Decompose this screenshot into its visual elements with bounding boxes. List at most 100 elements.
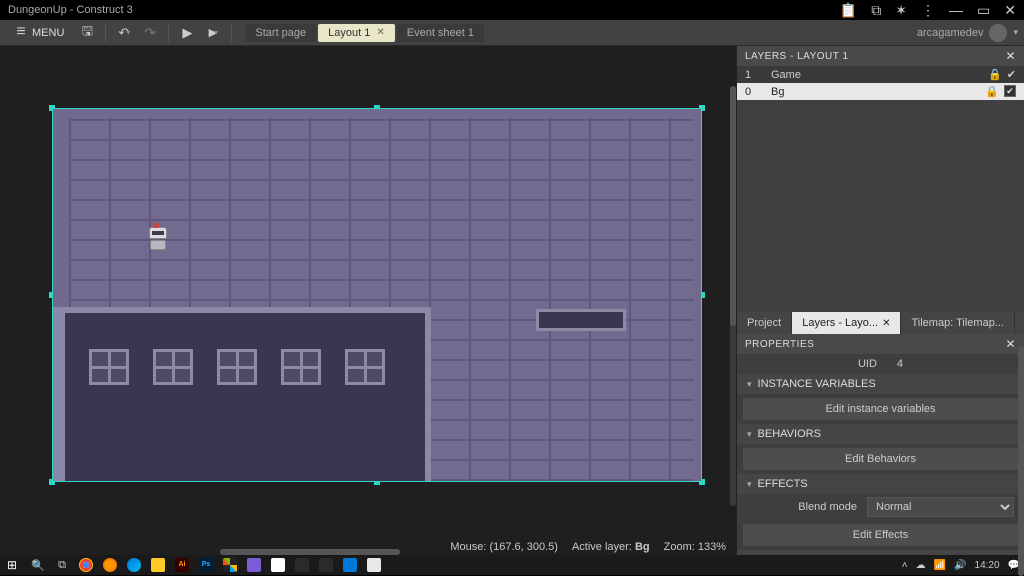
pit-tile <box>536 309 626 331</box>
taskbar-app[interactable] <box>100 557 120 573</box>
chevron-down-icon: ▾ <box>1013 27 1018 38</box>
window-titlebar: DungeonUp - Construct 3 📋 ⧉ ✶ ⋮ — ▭ ✕ <box>0 0 1024 20</box>
side-panel: LAYERS - LAYOUT 1 ✕ 1 Game 🔒✔ 0 Bg 🔒✔ Pr… <box>736 46 1024 555</box>
active-layer-value: Bg <box>635 541 650 553</box>
tab-layers[interactable]: Layers - Layo...✕ <box>792 312 901 334</box>
layer-row-bg[interactable]: 0 Bg 🔒✔ <box>737 83 1024 100</box>
taskbar-app[interactable] <box>76 557 96 573</box>
layer-row-game[interactable]: 1 Game 🔒✔ <box>737 66 1024 83</box>
panel-close-icon[interactable]: ✕ <box>1005 337 1016 351</box>
layers-body <box>737 100 1024 312</box>
avatar <box>989 24 1007 42</box>
layout-editor[interactable]: Mouse: (167.6, 300.5) Active layer: Bg Z… <box>0 46 736 555</box>
layers-list: 1 Game 🔒✔ 0 Bg 🔒✔ <box>737 66 1024 100</box>
tray-volume-icon[interactable]: 🔊 <box>954 560 966 571</box>
taskbar-app[interactable]: Ps <box>196 557 216 573</box>
taskbar-app[interactable]: Ai <box>172 557 192 573</box>
menu-label: MENU <box>32 27 64 39</box>
section-container[interactable]: CONTAINER <box>737 550 1024 555</box>
username-label: arcagamedev <box>917 27 984 39</box>
separator <box>105 24 106 42</box>
player-sprite[interactable] <box>147 227 169 255</box>
taskbar-app[interactable] <box>244 557 264 573</box>
taskbar-app[interactable] <box>316 557 336 573</box>
hamburger-icon <box>14 27 28 39</box>
lock-icon[interactable]: 🔒 <box>985 85 999 98</box>
taskbar-app[interactable] <box>364 557 384 573</box>
main-toolbar: MENU 🖫 ↶▾ ↷▾ ▶ ▶▾ Start page Layout 1✕ E… <box>0 20 1024 46</box>
redo-icon[interactable]: ↷▾ <box>139 22 161 44</box>
main-area: Mouse: (167.6, 300.5) Active layer: Bg Z… <box>0 46 1024 555</box>
section-behaviors[interactable]: BEHAVIORS <box>737 424 1024 444</box>
tab-close-icon[interactable]: ✕ <box>376 27 384 38</box>
taskbar-app[interactable] <box>340 557 360 573</box>
start-icon[interactable]: ⊞ <box>4 557 24 573</box>
tray-onedrive-icon[interactable]: ☁ <box>916 560 926 571</box>
separator <box>168 24 169 42</box>
tab-start-page[interactable]: Start page <box>245 24 316 42</box>
section-effects[interactable]: EFFECTS <box>737 474 1024 494</box>
layout-canvas <box>53 109 701 481</box>
layers-panel-header: LAYERS - LAYOUT 1 ✕ <box>737 46 1024 66</box>
visible-checkbox[interactable]: ✔ <box>1004 85 1016 97</box>
menu-button[interactable]: MENU <box>6 24 72 42</box>
layers-panel-title: LAYERS - LAYOUT 1 <box>745 51 1005 62</box>
edit-effects-button[interactable]: Edit Effects <box>743 524 1018 546</box>
window-tile <box>217 349 257 385</box>
taskbar-app[interactable] <box>124 557 144 573</box>
window-tile <box>345 349 385 385</box>
properties-vscrollbar[interactable] <box>1018 346 1024 576</box>
windows-taskbar: ⊞ 🔍 ⧉ Ai Ps ˄ ☁ 📶 🔊 14:20 💬 <box>0 555 1024 575</box>
uid-row: UID 4 <box>737 354 1024 374</box>
properties-panel: UID 4 INSTANCE VARIABLES Edit instance v… <box>737 354 1024 555</box>
tray-clock[interactable]: 14:20 <box>975 560 1000 571</box>
tab-tilemap[interactable]: Tilemap: Tilemap... <box>901 312 1015 334</box>
tab-layout-1[interactable]: Layout 1✕ <box>318 24 395 42</box>
play-icon[interactable]: ▶ <box>176 22 198 44</box>
user-area[interactable]: arcagamedev ▾ <box>917 24 1018 42</box>
minimize-icon[interactable]: — <box>949 2 963 18</box>
lock-icon[interactable]: 🔒 <box>988 68 1002 81</box>
side-panel-tabs: Project Layers - Layo...✕ Tilemap: Tilem… <box>737 312 1024 334</box>
clipboard-icon[interactable]: 📋 <box>840 2 857 19</box>
section-instance-variables[interactable]: INSTANCE VARIABLES <box>737 374 1024 394</box>
blend-mode-select[interactable]: Normal <box>867 497 1014 517</box>
edit-instance-variables-button[interactable]: Edit instance variables <box>743 398 1018 420</box>
tab-project[interactable]: Project <box>737 312 792 334</box>
system-tray: ˄ ☁ 📶 🔊 14:20 💬 <box>902 560 1020 571</box>
taskbar-app[interactable] <box>268 557 288 573</box>
save-icon[interactable]: 🖫 <box>76 22 98 44</box>
properties-title: PROPERTIES <box>745 339 1005 350</box>
tray-chevron-icon[interactable]: ˄ <box>902 560 908 571</box>
extension-icon[interactable]: ✶ <box>895 2 907 19</box>
debug-play-icon[interactable]: ▶▾ <box>202 22 224 44</box>
taskview-icon[interactable]: ⧉ <box>52 557 72 573</box>
maximize-icon[interactable]: ▭ <box>977 2 990 19</box>
window-title: DungeonUp - Construct 3 <box>8 4 840 16</box>
undo-icon[interactable]: ↶▾ <box>113 22 135 44</box>
mouse-coords: (167.6, 300.5) <box>489 541 558 553</box>
window-tile <box>89 349 129 385</box>
taskbar-app[interactable] <box>292 557 312 573</box>
separator <box>231 24 232 42</box>
window-tile <box>153 349 193 385</box>
edit-behaviors-button[interactable]: Edit Behaviors <box>743 448 1018 470</box>
taskbar-app[interactable] <box>148 557 168 573</box>
tab-event-sheet-1[interactable]: Event sheet 1 <box>397 24 484 42</box>
tray-wifi-icon[interactable]: 📶 <box>934 560 946 571</box>
close-icon[interactable]: ✕ <box>1004 2 1016 19</box>
layout-selection[interactable] <box>52 108 702 482</box>
blend-mode-row: Blend mode Normal <box>737 494 1024 520</box>
cast-icon[interactable]: ⧉ <box>871 2 881 19</box>
editor-hscrollbar[interactable] <box>220 549 400 555</box>
zoom-value: 133% <box>698 541 726 553</box>
blend-mode-label: Blend mode <box>747 501 857 513</box>
visible-icon[interactable]: ✔ <box>1007 68 1016 81</box>
uid-value: 4 <box>897 358 903 370</box>
kebab-icon[interactable]: ⋮ <box>921 2 935 19</box>
search-icon[interactable]: 🔍 <box>28 557 48 573</box>
panel-close-icon[interactable]: ✕ <box>1005 49 1016 63</box>
properties-header: PROPERTIES ✕ <box>737 334 1024 354</box>
tab-close-icon[interactable]: ✕ <box>882 318 890 329</box>
taskbar-app[interactable] <box>220 557 240 573</box>
